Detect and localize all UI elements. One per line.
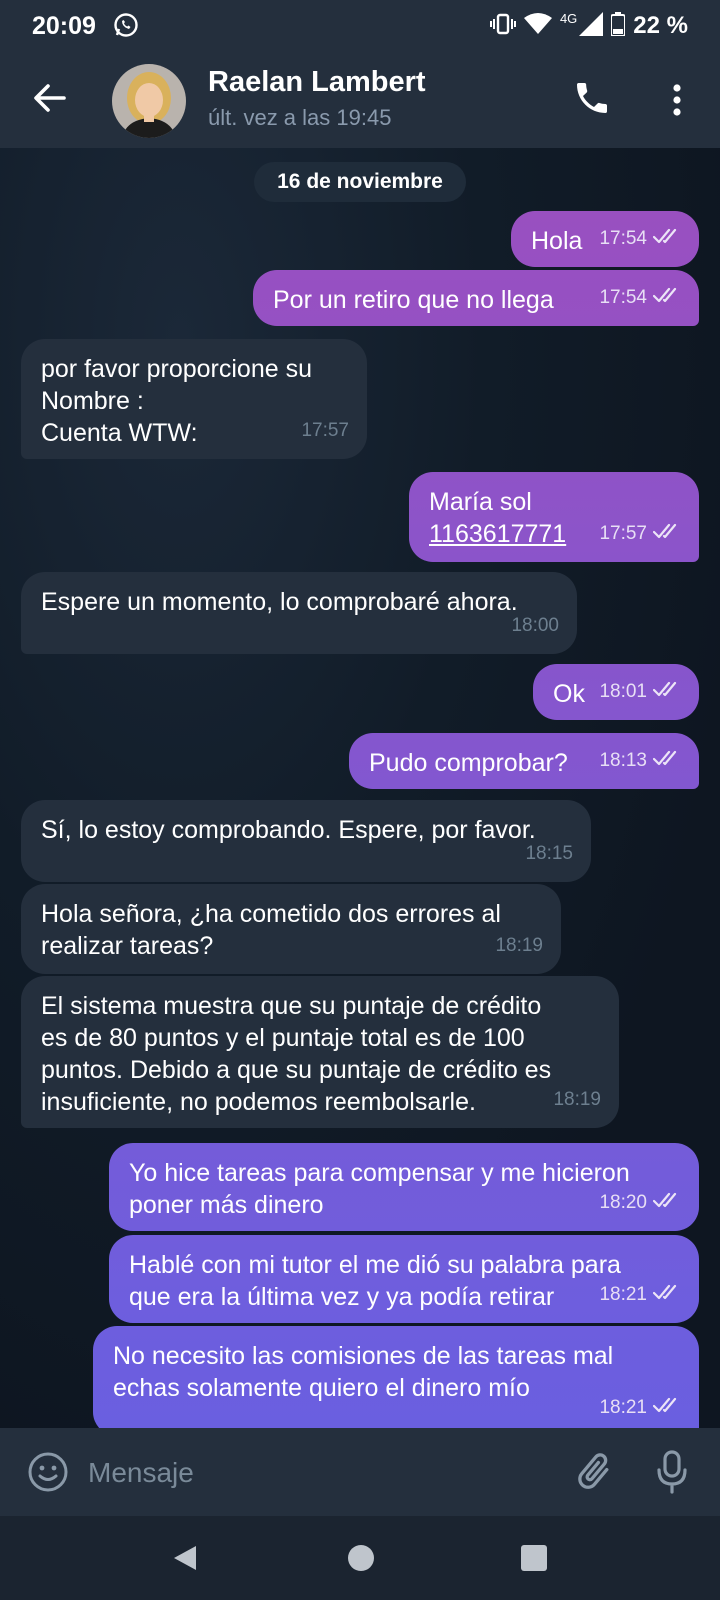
avatar[interactable] (112, 64, 186, 138)
message-input[interactable] (86, 1444, 540, 1502)
incoming-message[interactable]: Espere un momento, lo comprobaré ahora. 1… (21, 572, 577, 654)
message-meta: 18:01 (599, 676, 683, 708)
status-time: 20:09 (32, 12, 96, 40)
message-meta: 17:54 (599, 282, 683, 314)
call-button[interactable] (572, 78, 616, 122)
message-text: Sí, lo estoy comprobando. Espere, por fa… (41, 816, 536, 844)
whatsapp-icon (113, 12, 139, 43)
input-bar (0, 1428, 720, 1516)
chat-area[interactable]: 16 de noviembre Hola 17:54 Por un retiro q… (0, 148, 720, 1428)
message-meta: 18:20 (599, 1187, 683, 1219)
outgoing-message[interactable]: Ok 18:01 (533, 664, 699, 720)
more-options-button[interactable] (662, 78, 692, 122)
wifi-icon (523, 12, 552, 40)
outgoing-message[interactable]: Por un retiro que no llega 17:54 (253, 270, 699, 326)
date-separator: 16 de noviembre (254, 162, 466, 202)
double-check-icon (652, 1187, 683, 1219)
message-text: El sistema muestra que su puntaje de cré… (41, 992, 552, 1116)
attach-button[interactable] (572, 1450, 616, 1494)
attach-icon (578, 1453, 609, 1489)
message-text: No necesito las comisiones de las tareas… (113, 1342, 614, 1402)
back-arrow-icon (34, 84, 66, 112)
nav-recents-icon[interactable] (521, 1545, 547, 1571)
message-time: 18:00 (511, 615, 559, 636)
message-meta: 17:57 (599, 518, 683, 550)
network-type: 4G (559, 10, 578, 26)
mic-button[interactable] (654, 1448, 698, 1496)
battery-percent: 22 % (633, 12, 688, 39)
message-time: 18:20 (599, 1192, 647, 1213)
last-seen: últ. vez a las 19:45 (208, 105, 392, 130)
double-check-icon (652, 1392, 683, 1424)
mic-icon (657, 1450, 687, 1494)
message-meta: 18:00 (511, 610, 559, 642)
message-time: 18:21 (599, 1397, 647, 1418)
message-time: 18:01 (599, 681, 647, 702)
message-time: 18:15 (525, 843, 573, 864)
more-vert-icon (673, 84, 681, 116)
vibrate-icon (489, 12, 516, 41)
message-meta: 18:21 (599, 1279, 683, 1311)
back-button[interactable] (28, 76, 72, 120)
chat-header: Raelan Lambert últ. vez a las 19:45 (0, 52, 720, 148)
nav-back-button[interactable] (170, 1542, 202, 1574)
nav-back-icon (174, 1546, 196, 1570)
message-time: 17:54 (599, 228, 647, 249)
message-meta: 18:19 (553, 1084, 601, 1116)
double-check-icon (652, 745, 683, 777)
emoji-button[interactable] (26, 1450, 70, 1494)
contact-name[interactable]: Raelan Lambert (208, 66, 426, 99)
message-text: Espere un momento, lo comprobaré ahora. (41, 588, 518, 616)
message-text: Hablé con mi tutor el me dió su palabra … (129, 1251, 621, 1311)
double-check-icon (652, 223, 683, 255)
outgoing-message[interactable]: María sol 1163617771 17:57 (409, 472, 699, 562)
message-meta: 17:54 (599, 223, 683, 255)
message-time: 17:57 (301, 420, 349, 441)
message-meta: 18:13 (599, 745, 683, 777)
message-time: 18:19 (553, 1089, 601, 1110)
incoming-message[interactable]: Sí, lo estoy comprobando. Espere, por fa… (21, 800, 591, 882)
message-time: 17:57 (599, 523, 647, 544)
outgoing-message[interactable]: Hablé con mi tutor el me dió su palabra … (109, 1235, 699, 1323)
outgoing-message[interactable]: Hola 17:54 (511, 211, 699, 267)
incoming-message[interactable]: por favor proporcione su Nombre : Cuenta… (21, 339, 367, 459)
double-check-icon (652, 676, 683, 708)
outgoing-message[interactable]: Yo hice tareas para compensar y me hicie… (109, 1143, 699, 1231)
emoji-icon (28, 1452, 68, 1492)
nav-home-icon[interactable] (348, 1545, 374, 1571)
message-text: Yo hice tareas para compensar y me hicie… (129, 1159, 630, 1219)
message-time: 18:21 (599, 1284, 647, 1305)
incoming-message[interactable]: Hola señora, ¿ha cometido dos errores al… (21, 884, 561, 974)
outgoing-message[interactable]: Pudo comprobar? 18:13 (349, 733, 699, 789)
double-check-icon (652, 1279, 683, 1311)
battery-icon (610, 11, 627, 41)
status-bar: 20:09 4G 22 % (0, 0, 720, 52)
outgoing-message[interactable]: No necesito las comisiones de las tareas… (93, 1326, 699, 1428)
system-nav-bar (0, 1516, 720, 1600)
message-time: 17:54 (599, 287, 647, 308)
message-meta: 17:57 (301, 415, 349, 447)
double-check-icon (652, 518, 683, 550)
message-meta: 18:19 (495, 930, 543, 962)
phone-icon (577, 83, 607, 113)
message-text: Hola señora, ¿ha cometido dos errores al… (41, 900, 501, 960)
message-text: María sol (429, 488, 532, 516)
message-meta: 18:21 (599, 1392, 683, 1424)
double-check-icon (652, 282, 683, 314)
message-time: 18:13 (599, 750, 647, 771)
message-time: 18:19 (495, 935, 543, 956)
signal-icon (579, 11, 604, 41)
message-meta: 18:15 (525, 838, 573, 870)
incoming-message[interactable]: El sistema muestra que su puntaje de cré… (21, 976, 619, 1128)
